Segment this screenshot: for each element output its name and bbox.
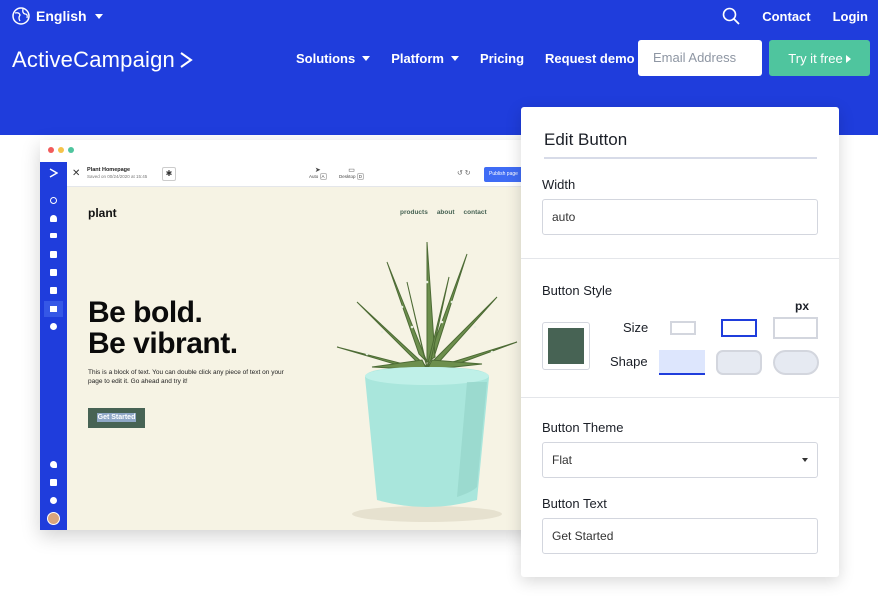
try-it-free-button[interactable]: Try it free xyxy=(769,40,870,76)
button-text-label: Button Text xyxy=(542,496,607,511)
search-icon[interactable] xyxy=(50,197,57,204)
hero-headline-line2: Be vibrant. xyxy=(88,327,238,360)
page-builder-window: ✕ Plant Homepage Saved on 00/24/2020 at … xyxy=(40,140,540,530)
email-field[interactable]: Email Address xyxy=(638,40,762,76)
title-underline xyxy=(544,157,817,159)
undo-redo-icons[interactable]: ↺ ↻ xyxy=(457,169,471,177)
site-logo[interactable]: plant xyxy=(88,206,117,220)
chevron-down-icon xyxy=(802,458,808,462)
mail-icon[interactable] xyxy=(50,233,57,238)
close-dot[interactable] xyxy=(48,147,54,153)
nav-solutions-label: Solutions xyxy=(296,51,356,66)
users-icon[interactable] xyxy=(50,251,57,258)
divider xyxy=(521,397,839,398)
size-medium-option[interactable] xyxy=(721,319,757,337)
width-label: Width xyxy=(542,177,576,192)
brand-logo-text: ActiveCampaign xyxy=(12,47,175,72)
chat-icon[interactable] xyxy=(50,287,57,294)
desktop-mode-toggle[interactable]: ▭ Desktop D xyxy=(339,166,365,180)
chevron-down-icon xyxy=(450,56,459,61)
page-saved-status: Saved on 00/24/2020 at 15:45 xyxy=(87,174,148,179)
divider xyxy=(521,258,839,259)
button-theme-label: Button Theme xyxy=(542,420,624,435)
nav-request-demo[interactable]: Request demo xyxy=(545,51,635,66)
color-swatch xyxy=(548,328,584,364)
get-started-label: Get Started xyxy=(96,413,137,422)
app-sidebar xyxy=(40,162,67,530)
pipeline-icon[interactable] xyxy=(50,269,57,276)
hero-headline-line1: Be bold. xyxy=(88,296,203,329)
reports-icon[interactable] xyxy=(50,323,57,330)
gear-icon: ✱ xyxy=(165,169,173,178)
try-it-free-label: Try it free xyxy=(788,51,843,66)
pages-icon xyxy=(50,306,57,312)
page-canvas[interactable]: plant products about contact Be bold. Be… xyxy=(67,187,540,530)
get-started-button[interactable]: Get Started xyxy=(88,408,145,428)
heart-icon[interactable] xyxy=(50,461,57,468)
settings-button[interactable]: ✱ xyxy=(162,167,176,181)
size-unit-label: px xyxy=(795,299,810,313)
auto-mode-toggle[interactable]: ➤ Auto A xyxy=(309,166,327,180)
avatar[interactable] xyxy=(47,512,60,525)
shape-square-option[interactable] xyxy=(659,350,705,375)
shape-rounded-option[interactable] xyxy=(716,350,762,375)
nav-pricing[interactable]: Pricing xyxy=(480,51,524,66)
globe-icon xyxy=(12,7,30,25)
button-text-field[interactable]: Get Started xyxy=(542,518,818,554)
chevron-right-icon xyxy=(180,52,193,68)
width-field[interactable]: auto xyxy=(542,199,818,235)
site-nav-contact[interactable]: contact xyxy=(464,209,487,216)
shape-label: Shape xyxy=(610,354,648,369)
apps-icon[interactable] xyxy=(50,479,57,486)
chevron-down-icon xyxy=(362,56,371,61)
size-label: Size xyxy=(623,320,649,335)
auto-label: Auto xyxy=(309,174,319,179)
maximize-dot[interactable] xyxy=(68,147,74,153)
button-theme-select[interactable]: Flat xyxy=(542,442,818,478)
language-selector[interactable]: English xyxy=(12,7,103,25)
site-nav-about[interactable]: about xyxy=(437,209,455,216)
desktop-label: Desktop xyxy=(339,174,356,179)
hero-paragraph[interactable]: This is a block of text. You can double … xyxy=(88,368,298,386)
builder-toolbar: ✕ Plant Homepage Saved on 00/24/2020 at … xyxy=(67,162,540,187)
app-logo-icon[interactable] xyxy=(49,168,58,178)
contact-link[interactable]: Contact xyxy=(762,9,810,24)
page-title: Plant Homepage xyxy=(87,167,131,173)
shape-pill-option[interactable] xyxy=(773,350,819,375)
desktop-value: D xyxy=(356,173,365,180)
auto-value: A xyxy=(319,173,327,180)
site-nav: products about contact xyxy=(400,209,487,216)
size-small-option[interactable] xyxy=(670,321,696,335)
language-label: English xyxy=(36,8,87,24)
brand-logo[interactable]: ActiveCampaign xyxy=(12,47,193,73)
nav-platform-label: Platform xyxy=(391,51,444,66)
nav-solutions[interactable]: Solutions xyxy=(296,51,371,66)
site-nav-products[interactable]: products xyxy=(400,209,428,216)
caret-right-icon xyxy=(845,55,851,63)
hero-headline[interactable]: Be bold. Be vibrant. xyxy=(88,297,238,359)
sidebar-active-item[interactable] xyxy=(44,301,63,317)
close-icon[interactable]: ✕ xyxy=(72,168,80,179)
button-theme-value: Flat xyxy=(552,453,573,467)
edit-button-panel: Edit Button Width auto Button Style px S… xyxy=(521,107,839,577)
size-large-option[interactable] xyxy=(773,317,818,339)
search-icon[interactable] xyxy=(722,7,740,25)
gear-icon[interactable] xyxy=(50,497,57,504)
window-controls xyxy=(48,147,74,153)
panel-title: Edit Button xyxy=(544,130,628,149)
potted-plant-image[interactable] xyxy=(327,242,527,527)
button-style-label: Button Style xyxy=(542,283,613,298)
login-link[interactable]: Login xyxy=(833,9,868,24)
nav-platform[interactable]: Platform xyxy=(391,51,459,66)
top-utility-bar: English Contact Login xyxy=(0,0,878,35)
minimize-dot[interactable] xyxy=(58,147,64,153)
chevron-down-icon xyxy=(94,13,103,19)
contacts-icon[interactable] xyxy=(50,215,57,222)
button-color-picker[interactable] xyxy=(542,322,590,370)
